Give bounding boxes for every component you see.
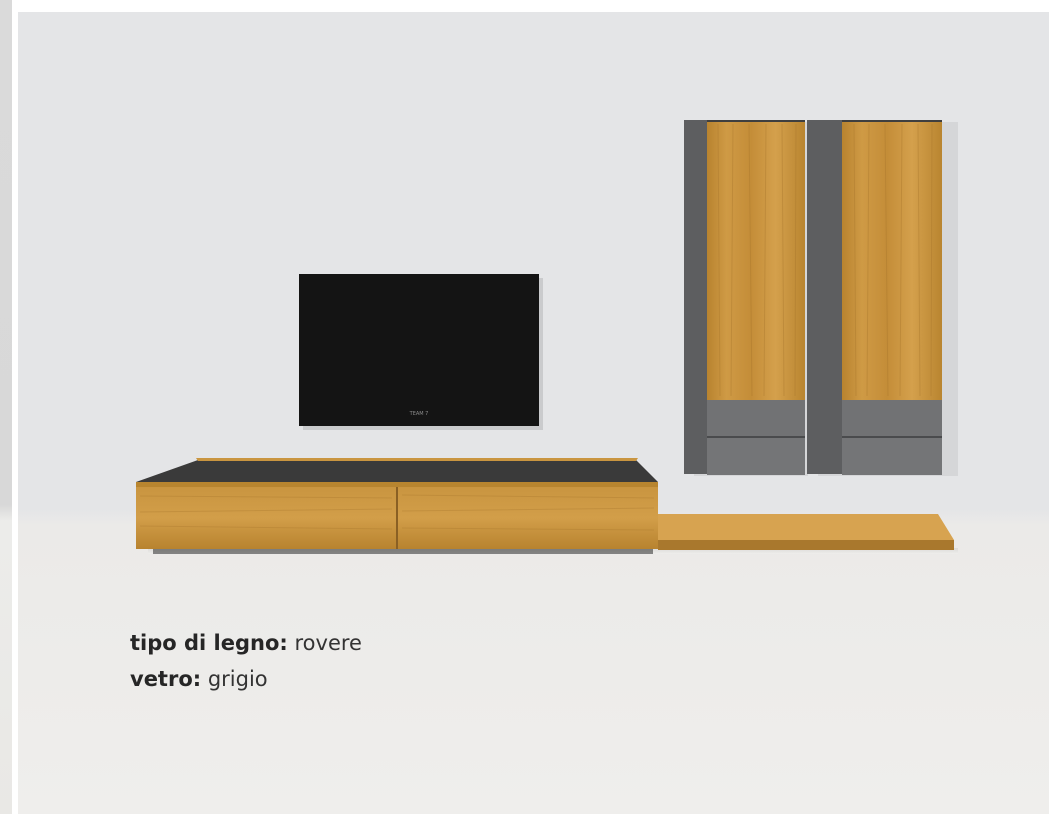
product-image-frame: TEAM 7 tipo di legno: rovere vetro: grig… (18, 12, 1049, 814)
grey-drawer (707, 400, 805, 436)
glass-value: grigio (207, 667, 268, 691)
wood-type-value: rovere (294, 631, 362, 655)
floor-shelf-plinth (658, 514, 954, 550)
tv-screen (299, 274, 539, 426)
left-gallery-rail (0, 0, 12, 814)
wall-cabinet-left (684, 120, 808, 476)
oak-door (707, 120, 805, 400)
grey-drawer (842, 400, 942, 436)
wall-cabinet-right (807, 120, 958, 476)
wood-type-label: tipo di legno: (130, 631, 288, 655)
grey-drawer (707, 438, 805, 475)
sideboard (136, 458, 658, 554)
oak-door (842, 120, 942, 400)
glass-label: vetro: (130, 667, 202, 691)
wall-tv: TEAM 7 (299, 274, 543, 430)
grey-glass-top (136, 460, 658, 482)
glass-line: vetro: grigio (130, 661, 362, 697)
product-specs: tipo di legno: rovere vetro: grigio (130, 625, 362, 697)
tv-brand-logo: TEAM 7 (409, 411, 429, 417)
wood-type-line: tipo di legno: rovere (130, 625, 362, 661)
grey-drawer (842, 438, 942, 475)
